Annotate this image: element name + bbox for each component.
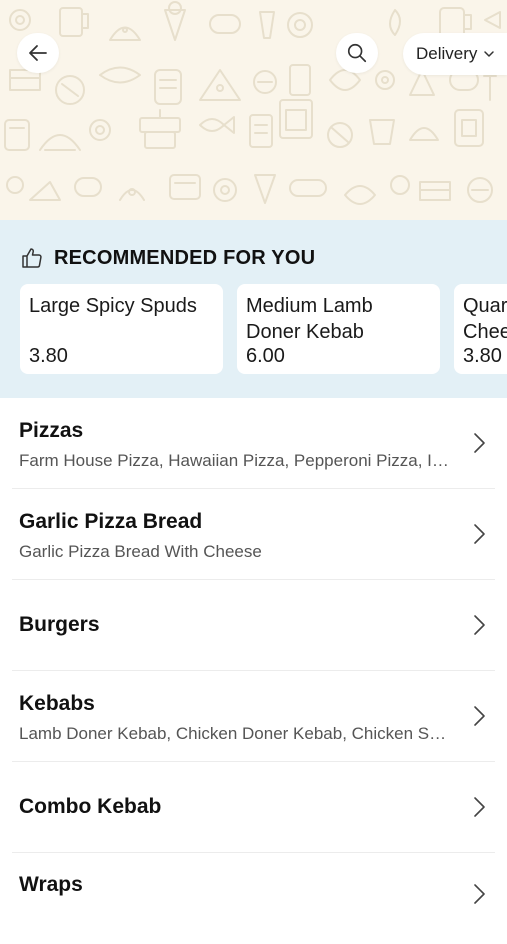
category-list: Pizzas Farm House Pizza, Hawaiian Pizza,… bbox=[0, 398, 507, 944]
category-title: Combo Kebab bbox=[19, 795, 162, 818]
category-subtitle: Garlic Pizza Bread With Cheese bbox=[19, 542, 262, 561]
recommended-item-card[interactable]: Quar Chee 3.80 bbox=[454, 284, 507, 374]
thumbs-up-icon bbox=[22, 248, 42, 268]
delivery-label: Delivery bbox=[416, 44, 478, 63]
chevron-right-icon bbox=[474, 433, 485, 453]
category-title: Kebabs bbox=[19, 692, 95, 715]
header-banner: Delivery bbox=[0, 0, 507, 220]
recommended-section: RECOMMENDED FOR YOU Large Spicy Spuds 3.… bbox=[0, 220, 507, 398]
recommended-heading: RECOMMENDED FOR YOU bbox=[20, 245, 315, 271]
item-name-line1: Quar bbox=[463, 295, 507, 317]
item-price: 6.00 bbox=[246, 345, 285, 367]
back-button[interactable] bbox=[17, 33, 59, 73]
chevron-right-icon bbox=[474, 615, 485, 635]
category-title: Wraps bbox=[19, 873, 83, 896]
search-button[interactable] bbox=[336, 33, 378, 73]
category-title: Garlic Pizza Bread bbox=[19, 510, 203, 533]
item-price: 3.80 bbox=[29, 345, 68, 367]
chevron-down-icon bbox=[484, 51, 495, 57]
category-title: Pizzas bbox=[19, 419, 84, 442]
category-title: Burgers bbox=[19, 613, 100, 636]
item-name-line2: Chee bbox=[463, 321, 507, 343]
category-row-combo-kebab[interactable]: Combo Kebab bbox=[12, 762, 495, 853]
item-name-line1: Large Spicy Spuds bbox=[29, 295, 197, 317]
delivery-mode-selector[interactable]: Delivery bbox=[403, 33, 507, 75]
category-row-wraps[interactable]: Wraps bbox=[12, 853, 495, 944]
search-icon bbox=[347, 43, 367, 63]
category-row-burgers[interactable]: Burgers bbox=[12, 580, 495, 671]
chevron-right-icon bbox=[474, 706, 485, 726]
recommended-item-card[interactable]: Medium Lamb Doner Kebab 6.00 bbox=[237, 284, 440, 374]
item-price: 3.80 bbox=[463, 345, 502, 367]
chevron-right-icon bbox=[474, 797, 485, 817]
chevron-right-icon bbox=[474, 524, 485, 544]
chevron-right-icon bbox=[474, 884, 485, 904]
category-row-pizzas[interactable]: Pizzas Farm House Pizza, Hawaiian Pizza,… bbox=[12, 398, 495, 489]
back-arrow-icon bbox=[29, 45, 47, 61]
category-subtitle: Farm House Pizza, Hawaiian Pizza, Pepper… bbox=[19, 451, 449, 470]
recommended-item-card[interactable]: Large Spicy Spuds 3.80 bbox=[20, 284, 223, 374]
recommended-title: RECOMMENDED FOR YOU bbox=[54, 246, 316, 269]
category-row-kebabs[interactable]: Kebabs Lamb Doner Kebab, Chicken Doner K… bbox=[12, 671, 495, 762]
item-name-line2: Doner Kebab bbox=[246, 321, 364, 343]
category-row-garlic-pizza-bread[interactable]: Garlic Pizza Bread Garlic Pizza Bread Wi… bbox=[12, 489, 495, 580]
item-name-line1: Medium Lamb bbox=[246, 295, 373, 317]
category-subtitle: Lamb Doner Kebab, Chicken Doner Kebab, C… bbox=[19, 724, 449, 743]
